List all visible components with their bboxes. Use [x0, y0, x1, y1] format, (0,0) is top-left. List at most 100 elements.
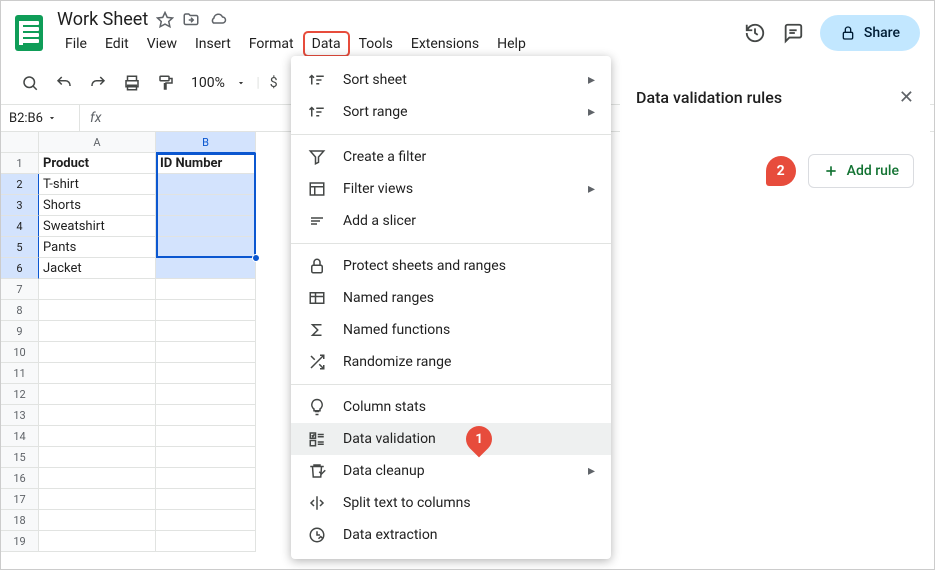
menu-item-data-extraction[interactable]: Data extraction [291, 519, 611, 551]
cell[interactable] [156, 426, 256, 447]
menu-item-data-cleanup[interactable]: Data cleanup▸ [291, 455, 611, 487]
cell[interactable] [156, 468, 256, 489]
cell[interactable]: Jacket [39, 258, 156, 279]
cell[interactable] [39, 279, 156, 300]
close-icon[interactable]: ✕ [899, 87, 914, 108]
currency-format[interactable]: $ [264, 69, 284, 97]
row-header[interactable]: 16 [1, 468, 39, 489]
star-icon[interactable] [156, 11, 174, 29]
cell[interactable] [156, 321, 256, 342]
menu-item-column-stats[interactable]: Column stats [291, 391, 611, 423]
menu-item-protect-sheets-and-ranges[interactable]: Protect sheets and ranges [291, 250, 611, 282]
cell[interactable]: T-shirt [39, 174, 156, 195]
menu-view[interactable]: View [139, 32, 185, 56]
cell[interactable] [156, 237, 256, 258]
cell[interactable] [156, 279, 256, 300]
cell[interactable] [156, 300, 256, 321]
cell[interactable] [39, 426, 156, 447]
row-header[interactable]: 18 [1, 510, 39, 531]
cell[interactable] [39, 300, 156, 321]
cell[interactable] [156, 174, 256, 195]
cell[interactable] [156, 195, 256, 216]
cell[interactable] [156, 531, 256, 552]
cell[interactable] [156, 510, 256, 531]
cell[interactable] [156, 363, 256, 384]
row-header[interactable]: 8 [1, 300, 39, 321]
row-header[interactable]: 6 [1, 258, 39, 279]
cell[interactable]: Shorts [39, 195, 156, 216]
row-header[interactable]: 10 [1, 342, 39, 363]
cloud-status-icon[interactable] [208, 11, 228, 29]
zoom-select[interactable]: 100% [185, 71, 252, 95]
row-header[interactable]: 1 [1, 153, 39, 174]
cell[interactable] [39, 363, 156, 384]
history-icon[interactable] [744, 22, 766, 44]
cell[interactable] [156, 384, 256, 405]
menu-item-sort-range[interactable]: Sort range▸ [291, 96, 611, 128]
menu-item-named-functions[interactable]: Named functions [291, 314, 611, 346]
cell[interactable] [39, 447, 156, 468]
row-header[interactable]: 7 [1, 279, 39, 300]
cell[interactable] [39, 321, 156, 342]
cell[interactable] [156, 258, 256, 279]
cell[interactable] [39, 510, 156, 531]
row-header[interactable]: 9 [1, 321, 39, 342]
column-header[interactable]: B [156, 132, 256, 153]
cell[interactable]: Pants [39, 237, 156, 258]
row-header[interactable]: 2 [1, 174, 39, 195]
cell[interactable] [39, 384, 156, 405]
menu-extensions[interactable]: Extensions [403, 32, 487, 56]
row-header[interactable]: 19 [1, 531, 39, 552]
menu-help[interactable]: Help [489, 32, 534, 56]
paint-format-icon[interactable] [151, 68, 181, 98]
row-header[interactable]: 12 [1, 384, 39, 405]
row-header[interactable]: 4 [1, 216, 39, 237]
cell[interactable] [39, 405, 156, 426]
menu-format[interactable]: Format [241, 32, 302, 56]
row-header[interactable]: 13 [1, 405, 39, 426]
cell[interactable]: Sweatshirt [39, 216, 156, 237]
add-rule-button[interactable]: Add rule [808, 154, 914, 188]
move-icon[interactable] [182, 11, 200, 29]
menu-item-named-ranges[interactable]: Named ranges [291, 282, 611, 314]
cell[interactable] [39, 342, 156, 363]
menu-tools[interactable]: Tools [351, 32, 401, 56]
redo-icon[interactable] [83, 68, 113, 98]
menu-item-filter-views[interactable]: Filter views▸ [291, 173, 611, 205]
print-icon[interactable] [117, 68, 147, 98]
share-button[interactable]: Share [820, 15, 920, 51]
row-header[interactable]: 14 [1, 426, 39, 447]
row-header[interactable]: 3 [1, 195, 39, 216]
cell[interactable] [39, 468, 156, 489]
menu-file[interactable]: File [57, 32, 95, 56]
cell[interactable] [39, 531, 156, 552]
name-box[interactable]: B2:B6 [9, 111, 79, 126]
row-header[interactable]: 11 [1, 363, 39, 384]
cell[interactable] [156, 405, 256, 426]
menu-item-randomize-range[interactable]: Randomize range [291, 346, 611, 378]
row-header[interactable]: 5 [1, 237, 39, 258]
menu-item-split-text-to-columns[interactable]: Split text to columns [291, 487, 611, 519]
menu-item-create-a-filter[interactable]: Create a filter [291, 141, 611, 173]
row-header[interactable]: 15 [1, 447, 39, 468]
comment-icon[interactable] [782, 22, 804, 44]
column-header[interactable]: A [39, 132, 156, 153]
cell[interactable] [156, 489, 256, 510]
cell[interactable] [156, 342, 256, 363]
row-header[interactable]: 17 [1, 489, 39, 510]
menu-item-data-validation[interactable]: Data validation1 [291, 423, 611, 455]
undo-icon[interactable] [49, 68, 79, 98]
menu-item-sort-sheet[interactable]: Sort sheet▸ [291, 64, 611, 96]
document-title[interactable]: Work Sheet [57, 9, 148, 30]
menu-insert[interactable]: Insert [187, 32, 239, 56]
corner-cell[interactable] [1, 132, 39, 153]
cell[interactable] [156, 447, 256, 468]
cell[interactable] [156, 216, 256, 237]
menu-data[interactable]: Data [304, 32, 349, 56]
menu-item-add-a-slicer[interactable]: Add a slicer [291, 205, 611, 237]
cell[interactable]: Product [39, 153, 156, 174]
cell[interactable] [39, 489, 156, 510]
menu-edit[interactable]: Edit [97, 32, 137, 56]
cell[interactable]: ID Number [156, 153, 256, 174]
search-icon[interactable] [15, 68, 45, 98]
